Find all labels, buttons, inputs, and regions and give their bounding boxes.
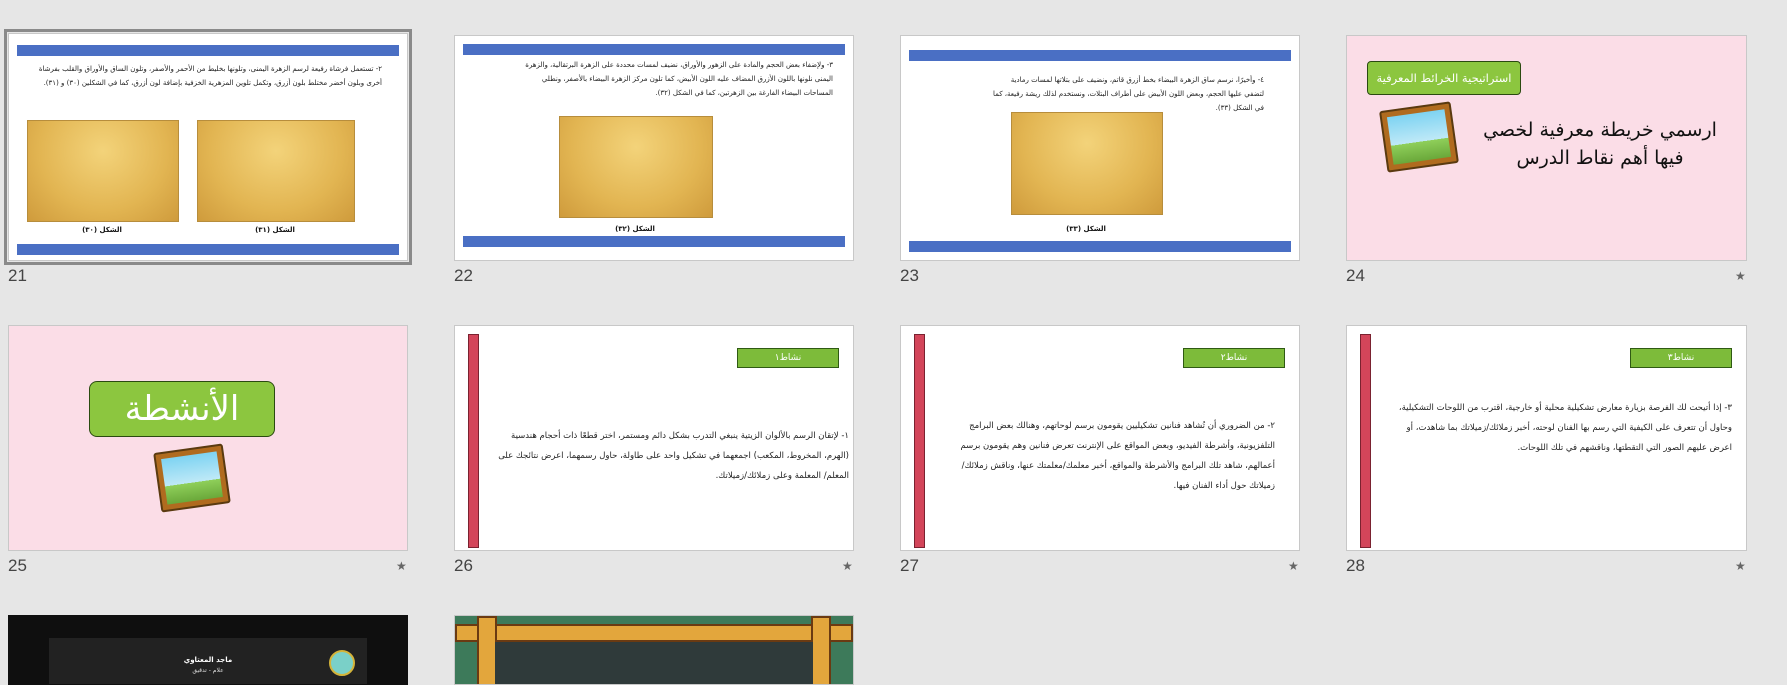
slide-number: 24 <box>1346 266 1365 285</box>
slide-number: 27 <box>900 556 919 575</box>
slide-number: 22 <box>454 266 473 285</box>
logo-icon <box>329 650 355 676</box>
slide-number: 25 <box>8 556 27 575</box>
slide-text: ١- لإتقان الرسم بالألوان الزيتية ينبغي ا… <box>498 431 849 481</box>
flower-photo <box>1011 112 1163 215</box>
flower-photo-2 <box>197 120 355 222</box>
flower-photo <box>559 116 713 218</box>
slide-number: 26 <box>454 556 473 575</box>
slide-text: ٢- تستعمل فرشاة رفيعة لرسم الزهرة اليمنى… <box>38 65 382 87</box>
activities-label: الأنشطة <box>89 381 275 437</box>
slide-thumbnail-21[interactable]: ٢- تستعمل فرشاة رفيعة لرسم الزهرة اليمنى… <box>4 29 412 265</box>
picture-frame-icon <box>1379 101 1459 173</box>
slide-thumbnail-25[interactable]: الأنشطة <box>8 325 408 551</box>
slide-thumbnail-29[interactable]: ماجد المعتاوي علام - تدقيق <box>8 615 408 685</box>
slide-thumbnail-22[interactable]: ٣- ولإضفاء بعض الحجم والمادة على الزهور … <box>454 35 854 261</box>
picture-frame-icon <box>153 443 231 513</box>
slide-thumbnail-26[interactable]: نشاط١ ١- لإتقان الرسم بالألوان الزيتية ي… <box>454 325 854 551</box>
caption-2: الشكل (٣١) <box>255 226 295 234</box>
slide-text: ٣- ولإضفاء بعض الحجم والمادة على الزهور … <box>525 61 833 97</box>
slide-text: ٢- من الضروري أن تُشاهد فنانين تشكيليين … <box>960 421 1275 491</box>
side-strip <box>914 334 925 548</box>
animation-star-icon[interactable]: ★ <box>1735 269 1746 283</box>
wooden-frame-top <box>455 624 853 642</box>
footer-bar <box>463 236 845 247</box>
slide-text: ٤- وأخيرًا، نرسم ساق الزهرة البيضاء بخط … <box>993 76 1264 112</box>
activity-label: نشاط٢ <box>1183 348 1285 368</box>
animation-star-icon[interactable]: ★ <box>1735 559 1746 573</box>
caption-1: الشكل (٣٠) <box>82 226 122 234</box>
slide-text: ٣- إذا أتيحت لك الفرصة بزيارة معارض تشكي… <box>1398 403 1732 453</box>
animation-star-icon[interactable]: ★ <box>396 559 407 573</box>
side-strip <box>1360 334 1371 548</box>
header-bar <box>463 44 845 55</box>
slide-number: 28 <box>1346 556 1365 575</box>
header-bar <box>17 45 399 56</box>
header-bar <box>909 50 1291 61</box>
animation-star-icon[interactable]: ★ <box>842 559 853 573</box>
activity-label: نشاط١ <box>737 348 839 368</box>
slide-thumbnail-30[interactable] <box>454 615 854 685</box>
caption: الشكل (٣٣) <box>1066 225 1106 233</box>
slide-number: 23 <box>900 266 919 285</box>
slide-number: 21 <box>8 266 27 285</box>
slide-title: ارسمي خريطة معرفية لخصي فيها أهم نقاط ال… <box>1483 119 1717 169</box>
caption: الشكل (٣٢) <box>615 225 655 233</box>
footer-bar <box>17 244 399 255</box>
slide-thumbnail-27[interactable]: نشاط٢ ٢- من الضروري أن تُشاهد فنانين تشك… <box>900 325 1300 551</box>
wooden-frame-left <box>477 616 497 684</box>
slide-thumbnail-28[interactable]: نشاط٣ ٣- إذا أتيحت لك الفرصة بزيارة معار… <box>1346 325 1747 551</box>
slide-thumbnail-23[interactable]: ٤- وأخيرًا، نرسم ساق الزهرة البيضاء بخط … <box>900 35 1300 261</box>
wooden-frame-right <box>811 616 831 684</box>
footer-bar <box>909 241 1291 252</box>
chalkboard <box>495 642 813 684</box>
activity-label: نشاط٣ <box>1630 348 1732 368</box>
animation-star-icon[interactable]: ★ <box>1288 559 1299 573</box>
flower-photo-1 <box>27 120 179 222</box>
slide-thumbnail-24[interactable]: استراتيجية الخرائط المعرفية ارسمي خريطة … <box>1346 35 1747 261</box>
strategy-label: استراتيجية الخرائط المعرفية <box>1367 61 1521 95</box>
side-strip <box>468 334 479 548</box>
